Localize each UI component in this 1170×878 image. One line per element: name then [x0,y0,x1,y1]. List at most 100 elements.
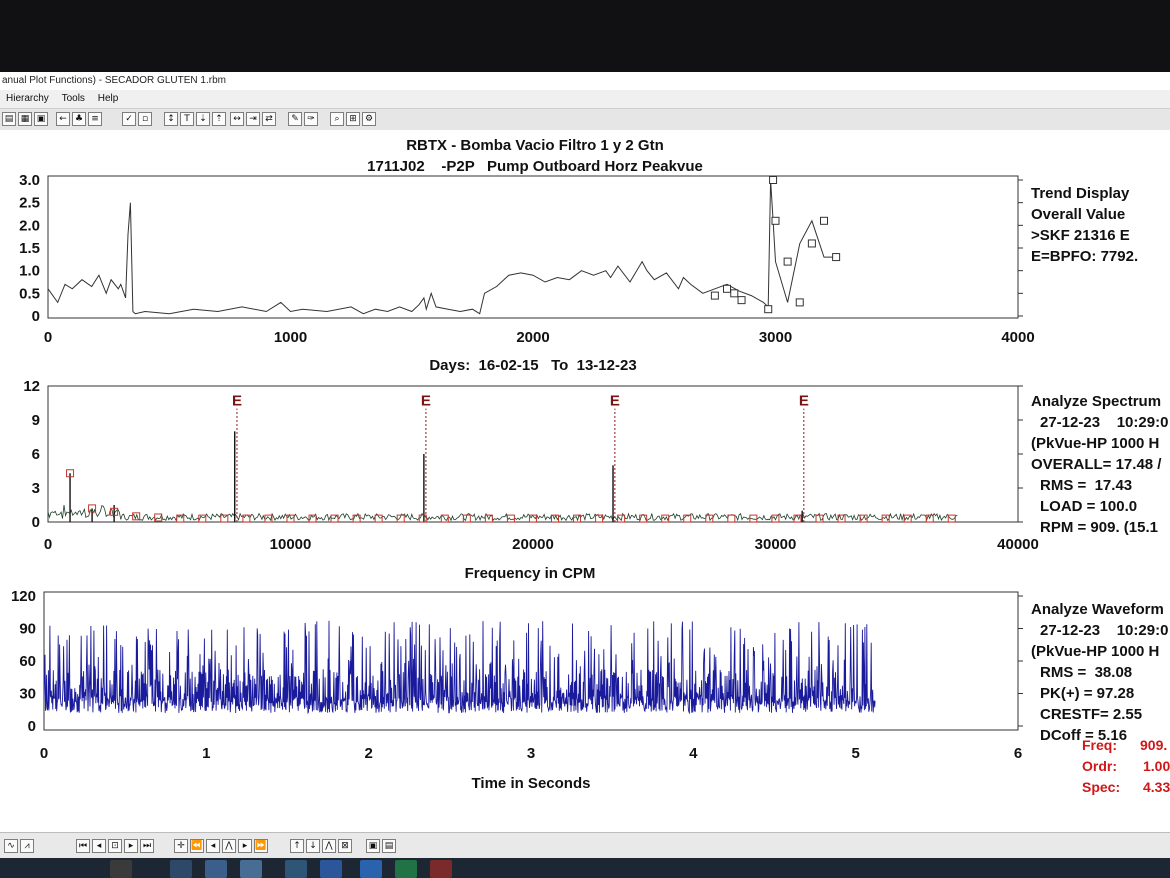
save-icon[interactable]: ▣ [34,112,48,126]
back-icon[interactable]: ← [56,112,70,126]
x-tick-label: 2 [364,745,372,762]
window-title: anual Plot Functions) - SECADOR GLUTEN 1… [2,75,226,86]
fault-marker-label: E [232,392,242,409]
forward-icon[interactable]: ⏩ [254,839,268,853]
zoom-icon[interactable]: ⌕ [330,112,344,126]
peak-icon[interactable]: ⇄ [262,112,276,126]
trend-point-marker [710,291,719,300]
y-tick-label: 30 [19,686,36,703]
cursor-vertical-icon[interactable]: ↕ [164,112,178,126]
step-forward-icon[interactable]: ▸ [238,839,252,853]
trend-info-line-1: Trend Display [1031,185,1130,202]
menu-hierarchy[interactable]: Hierarchy [6,90,49,108]
x-tick-label: 1000 [274,329,307,346]
waveform-info-line-3: (PkVue-HP 1000 H [1031,643,1159,660]
x-tick-label: 4 [689,745,698,762]
spectrum-info-line-7: RPM = 909. (15.1 [1040,519,1158,536]
print-icon[interactable]: ▦ [18,112,32,126]
scale-icon[interactable]: ⊠ [338,839,352,853]
waveform-view-icon[interactable]: ∿ [4,839,18,853]
next-icon[interactable]: ▸ [124,839,138,853]
down-icon[interactable]: ↓ [306,839,320,853]
trend-info-line-4: E=BPFO: 7792. [1031,248,1138,265]
menu-help[interactable]: Help [98,90,119,108]
spectrum-frame [47,385,1019,523]
menu-tools[interactable]: Tools [62,90,85,108]
plot-area: RBTX - Bomba Vacio Filtro 1 y 2 Gtn 1711… [0,130,1170,832]
first-icon[interactable]: ⏮ [76,839,90,853]
ordr-label: Ordr: [1082,758,1117,774]
y-tick-label: 0 [28,718,36,735]
freq-value: 909. [1140,737,1167,753]
y-tick-label: 0.5 [19,285,40,302]
spec-label: Spec: [1082,779,1120,795]
step-back-icon[interactable]: ◂ [206,839,220,853]
taskbar-app-1-icon[interactable] [170,860,192,878]
cursor-icon[interactable]: ✛ [174,839,188,853]
harmonic-marker [727,514,736,523]
marker-icon[interactable]: ↔ [230,112,244,126]
spectrum-xlabel: Frequency in CPM [465,565,596,582]
peak-search-icon[interactable]: ⋀ [322,839,336,853]
x-tick-label: 0 [44,329,52,346]
up-icon[interactable]: ↑ [290,839,304,853]
harmonic-marker [881,514,890,523]
taskbar-app-4-icon[interactable] [285,860,307,878]
copy-icon[interactable]: ▤ [2,112,16,126]
y-tick-label: 1.0 [19,263,40,280]
trend-point-marker [730,289,739,298]
prev-icon[interactable]: ◂ [92,839,106,853]
trend-info-line-3: >SKF 21316 E [1031,227,1130,244]
check-icon[interactable]: ✓ [122,112,136,126]
spectrum-info-line-4: OVERALL= 17.48 / [1031,456,1162,473]
trend-chart: 0 1000 2000 3000 4000 0 0.5 1.0 1.5 2.0 2.5 3.0 [19,172,1035,346]
x-tick-label: 3 [527,745,535,762]
window-titlebar: anual Plot Functions) - SECADOR GLUTEN 1… [0,72,1170,90]
waveform-info-line-1: Analyze Waveform [1031,601,1164,618]
tree-icon[interactable]: ♣ [72,112,86,126]
taskbar-app-3-icon[interactable] [240,860,262,878]
taskbar-word-icon[interactable] [320,860,342,878]
y-tick-label: 6 [32,446,40,463]
point-icon[interactable]: ⊡ [108,839,122,853]
plot-subtitle: 1711J02 -P2P Pump Outboard Horz Peakvue [367,158,703,175]
expand-icon[interactable]: ⇥ [246,112,260,126]
spectrum-info-line-5: RMS = 17.43 [1040,477,1132,494]
text-icon[interactable]: T [180,112,194,126]
last-icon[interactable]: ⏭ [140,839,154,853]
taskbar-app-8-icon[interactable] [430,860,452,878]
fault-marker-label: E [799,392,809,409]
x-tick-label: 40000 [997,536,1039,553]
y-tick-label: 2.5 [19,195,40,212]
start-icon[interactable] [110,860,132,878]
waveform-info-line-2: 27-12-23 10:29:0 [1040,622,1168,639]
notes-icon[interactable]: ▤ [382,839,396,853]
list-icon[interactable]: ≡ [88,112,102,126]
view-icon[interactable]: ▫ [138,112,152,126]
x-tick-label: 2000 [516,329,549,346]
trend-point-marker [807,239,816,248]
taskbar-outlook-icon[interactable] [360,860,382,878]
x-tick-label: 10000 [270,536,312,553]
application-window: anual Plot Functions) - SECADOR GLUTEN 1… [0,72,1170,832]
pencil-icon[interactable]: ✎ [288,112,302,126]
export-icon[interactable]: ▣ [366,839,380,853]
harmonic-icon[interactable]: ⇣ [196,112,210,126]
note-icon[interactable]: ✑ [304,112,318,126]
taskbar-excel-icon[interactable] [395,860,417,878]
y-tick-label: 0 [32,308,40,325]
settings-icon[interactable]: ⚙ [362,112,376,126]
x-tick-label: 5 [851,745,859,762]
fit-icon[interactable]: ⊞ [346,112,360,126]
waveform-trace [43,620,876,715]
spectrum-noise-line [47,505,958,522]
rewind-icon[interactable]: ⏪ [190,839,204,853]
spectrum-view-icon[interactable]: ⩘ [20,839,34,853]
harmonic-cursor-icon[interactable]: ⋀ [222,839,236,853]
y-tick-label: 12 [23,378,40,395]
trend-point-marker [771,216,780,225]
taskbar-app-2-icon[interactable] [205,860,227,878]
spectrum-info-line-1: Analyze Spectrum [1031,393,1161,410]
spectrum-info-line-6: LOAD = 100.0 [1040,498,1137,515]
sideband-icon[interactable]: ⇡ [212,112,226,126]
